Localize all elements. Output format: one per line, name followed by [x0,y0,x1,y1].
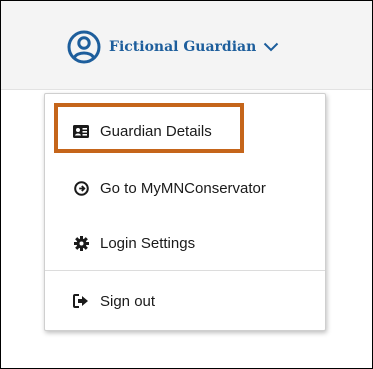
menu-item-sign-out[interactable]: Sign out [45,276,325,326]
menu-item-label: Guardian Details [100,122,212,140]
top-bar: Fictional Guardian [1,1,372,90]
menu-item-guardian-details[interactable]: Guardian Details [45,106,325,156]
menu-item-login-settings[interactable]: Login Settings [45,218,325,268]
user-menu-toggle[interactable]: Fictional Guardian [67,29,279,65]
chevron-down-icon [264,42,279,52]
id-card-icon [73,123,89,139]
user-dropdown-menu: Guardian Details Go to MyMNConservator L… [44,93,326,331]
screenshot-frame: Fictional Guardian Guardian Details Go t… [0,0,373,369]
user-circle-icon [67,30,101,64]
menu-item-label: Sign out [100,292,156,310]
gear-icon [73,235,89,251]
circle-arrow-right-icon [73,180,89,196]
menu-item-label: Go to MyMNConservator [100,179,266,197]
menu-item-label: Login Settings [100,234,196,252]
menu-item-go-to-mymnconservator[interactable]: Go to MyMNConservator [45,163,325,213]
sign-out-icon [73,293,89,309]
user-name: Fictional Guardian [109,39,257,55]
menu-divider [45,270,325,271]
